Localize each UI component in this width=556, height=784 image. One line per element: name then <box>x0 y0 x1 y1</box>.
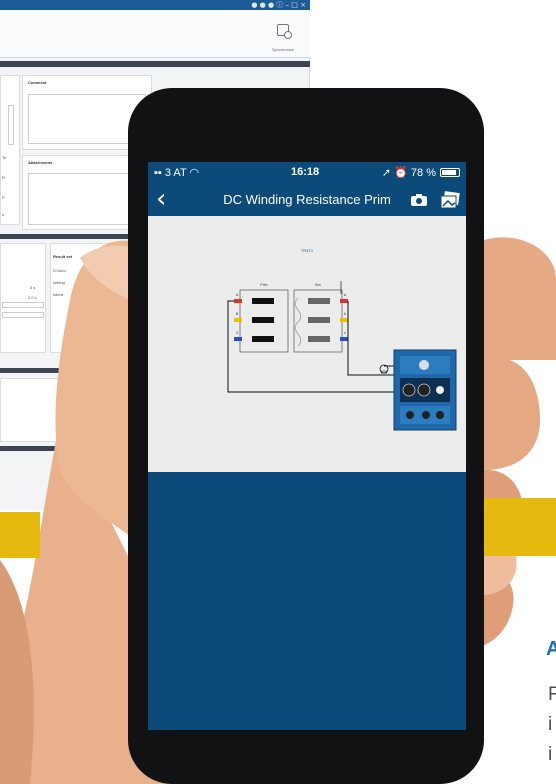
side-text-line-2: i <box>548 714 553 735</box>
wiring-diagram[interactable]: TR4T1 Prim Sec A B C a b c <box>148 216 466 472</box>
clock: 16:18 <box>291 166 320 178</box>
terminal-label-b-lower: b <box>344 312 346 316</box>
status-bar: ▪▪ 3 AT ◠ 16:18 ➚ ⏰ 78 % <box>148 162 466 182</box>
alarm-icon: ⏰ <box>394 167 408 179</box>
terminal-label-a-lower: a <box>344 293 346 297</box>
carrier-text: 3 AT <box>164 167 187 179</box>
terminal-label-a: A <box>236 293 239 297</box>
terminal-label-c-lower: c <box>344 331 346 335</box>
terminal-label-b: B <box>236 312 239 316</box>
navigation-bar: ‹ DC Winding Resistance Prim <box>148 182 466 220</box>
location-icon: ➚ <box>381 167 392 179</box>
diagram-title: TR4T1 <box>301 248 314 253</box>
wifi-icon: ◠ <box>189 167 200 179</box>
battery-percent: ➚ ⏰ 78 % <box>382 166 436 179</box>
battery-icon <box>440 168 460 177</box>
accent-band-left <box>0 512 40 558</box>
battery-text: 78 % <box>410 167 436 179</box>
side-text-line-1: F <box>548 684 556 705</box>
accent-band-right <box>482 498 556 556</box>
side-text-line-3: i <box>548 744 553 765</box>
gallery-icon[interactable] <box>440 191 460 209</box>
secondary-label: Sec <box>315 283 321 287</box>
side-heading: A <box>546 638 556 660</box>
content-area <box>148 472 466 730</box>
primary-label: Prim <box>260 283 267 287</box>
terminal-label-c: C <box>236 331 239 335</box>
phone-screen: ▪▪ 3 AT ◠ 16:18 ➚ ⏰ 78 % ‹ DC Winding Re… <box>148 162 466 730</box>
carrier-label: ▪▪ 3 AT ◠ <box>154 167 200 179</box>
camera-icon[interactable] <box>410 193 428 207</box>
